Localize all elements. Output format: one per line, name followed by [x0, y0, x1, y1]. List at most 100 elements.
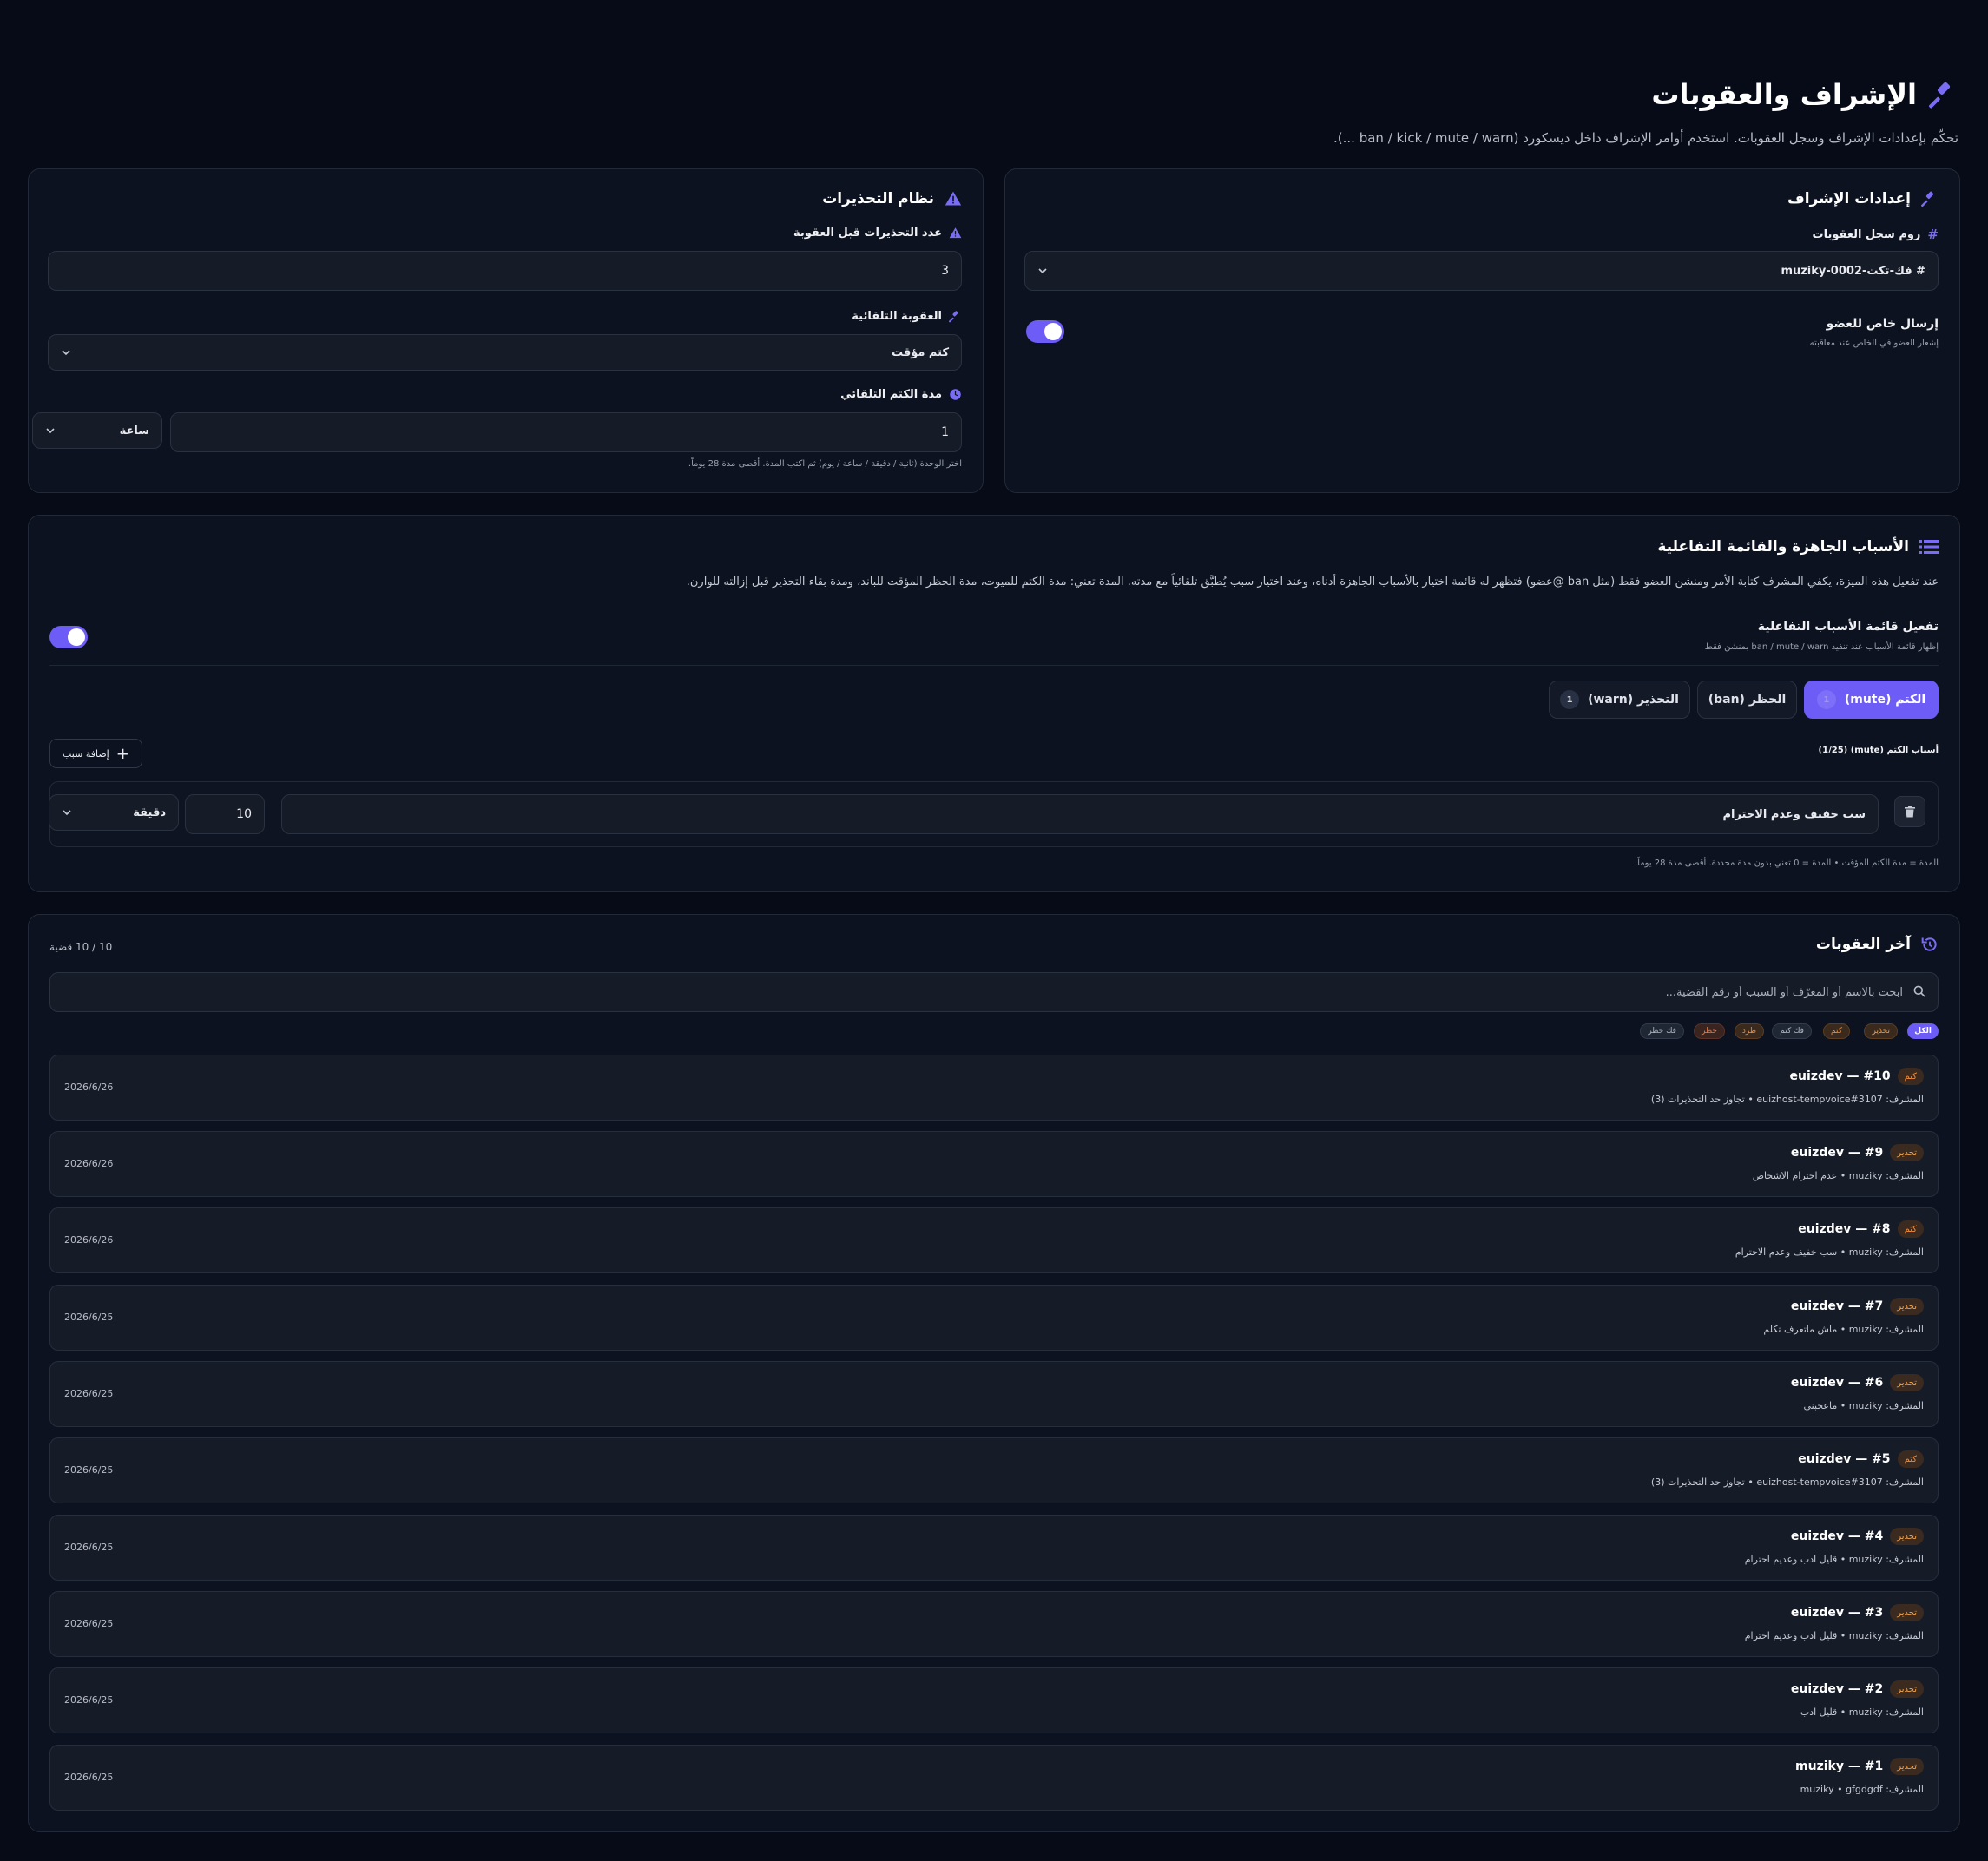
case-row[interactable]: تحذير euizdev — #3 المشرف: muziky • قليل ا… — [49, 1591, 1939, 1657]
case-count: 10 / 10 قضية — [49, 941, 113, 953]
search-icon — [1913, 985, 1925, 997]
case-row[interactable]: تحذير euizdev — #4 المشرف: muziky • قليل ا… — [49, 1515, 1939, 1581]
case-id: muziky — #1 — [1795, 1759, 1884, 1773]
case-date: 2026/6/25 — [64, 1542, 114, 1553]
warnings-title: نظام التحذيرات — [822, 190, 962, 207]
case-meta: المشرف: muziky • ماش ماتعرف تكلم — [1763, 1324, 1924, 1335]
reasons-description: عند تفعيل هذه الميزة، يكفي المشرف كتابة … — [686, 575, 1939, 589]
case-meta: المشرف: muziky • قليل ادب وعديم احترام — [1744, 1554, 1924, 1565]
reasons-card: الأسباب الجاهزة والقائمة التفاعلية عند ت… — [28, 515, 1960, 892]
case-date: 2026/6/25 — [64, 1464, 114, 1476]
warning-icon — [949, 227, 962, 240]
case-type-badge: تحذير — [1890, 1374, 1924, 1391]
tab-mute[interactable]: الكتم (mute) 1 — [1804, 681, 1939, 719]
chevron-down-icon — [45, 425, 56, 436]
reason-duration-input[interactable]: 10 — [185, 794, 265, 834]
tab-ban[interactable]: الحظر (ban) — [1697, 681, 1797, 719]
chevron-down-icon — [61, 347, 71, 358]
filter-all[interactable]: الكل — [1907, 1023, 1939, 1039]
case-title-row: تحذير muziky — #1 — [1795, 1758, 1924, 1775]
case-title-row: تحذير euizdev — #6 — [1791, 1374, 1924, 1391]
case-row[interactable]: تحذير muziky — #1 المشرف: muziky • gfgdgdf… — [49, 1745, 1939, 1811]
search-input[interactable] — [63, 973, 1903, 1011]
case-meta: المشرف: muziky • gfgdgdf — [1800, 1784, 1924, 1795]
plus-icon: + — [115, 744, 129, 763]
auto-mute-hint: اختر الوحدة (ثانية / دقيقة / ساعة / يوم)… — [688, 459, 962, 469]
warning-count-input[interactable]: 3 — [48, 251, 962, 291]
case-title-row: كتم euizdev — #8 — [1798, 1220, 1924, 1238]
tab-warn[interactable]: التحذير (warn) 1 — [1549, 681, 1690, 719]
case-date: 2026/6/26 — [64, 1158, 114, 1169]
case-date: 2026/6/26 — [64, 1082, 114, 1093]
case-meta: المشرف: muziky • سب خفيف وعدم الاحترام — [1735, 1246, 1924, 1258]
reason-unit-select[interactable]: دقيقة — [49, 794, 179, 831]
chevron-down-icon — [1037, 266, 1048, 276]
case-row[interactable]: تحذير euizdev — #7 المشرف: muziky • ماش ما… — [49, 1285, 1939, 1351]
case-meta: المشرف: muziky • قليل ادب — [1800, 1706, 1924, 1718]
case-search[interactable] — [49, 972, 1939, 1012]
auto-mute-unit-select[interactable]: ساعة — [32, 412, 162, 449]
add-reason-button[interactable]: + إضافة سبب — [49, 739, 142, 768]
log-channel-select[interactable]: # فك-تكت-muziky-0002 — [1024, 251, 1939, 291]
case-date: 2026/6/26 — [64, 1234, 114, 1246]
trash-icon — [1904, 806, 1916, 818]
case-id: euizdev — #9 — [1790, 1146, 1884, 1160]
case-type-badge: كتم — [1897, 1068, 1924, 1085]
auto-punish-select[interactable]: كتم مؤقت — [48, 334, 962, 371]
case-title-row: تحذير euizdev — #4 — [1791, 1528, 1924, 1545]
case-id: euizdev — #10 — [1789, 1069, 1891, 1083]
recent-title: آخر العقوبات — [1816, 936, 1939, 953]
case-row[interactable]: كتم euizdev — #10 المشرف: euizhost-tempvoi… — [49, 1055, 1939, 1121]
reasons-toggle-title: تفعيل قائمة الأسباب التفاعلية — [1757, 620, 1939, 634]
case-title-row: كتم euizdev — #10 — [1790, 1068, 1924, 1085]
log-channel-value: # فك-تكت-muziky-0002 — [1781, 264, 1925, 278]
reasons-list-label: أسباب الكتم (mute) (1/25) — [1818, 746, 1939, 755]
case-meta: المشرف: muziky • ماعجبني — [1803, 1400, 1924, 1411]
case-row[interactable]: تحذير euizdev — #2 المشرف: muziky • قليل ا… — [49, 1667, 1939, 1733]
case-date: 2026/6/25 — [64, 1618, 114, 1629]
list-icon — [1919, 539, 1939, 555]
reasons-toggle[interactable] — [49, 626, 88, 648]
case-row[interactable]: تحذير euizdev — #6 المشرف: muziky • ماعجبن… — [49, 1361, 1939, 1427]
case-title-row: تحذير euizdev — #7 — [1791, 1298, 1924, 1315]
case-id: euizdev — #2 — [1790, 1682, 1884, 1696]
warning-count-label: عدد التحذيرات قبل العقوبة — [793, 227, 962, 240]
case-id: euizdev — #4 — [1790, 1529, 1884, 1543]
case-date: 2026/6/25 — [64, 1312, 114, 1323]
case-id: euizdev — #6 — [1790, 1376, 1884, 1390]
moderation-settings-card: إعدادات الإشراف # روم سجل العقوبات # فك-… — [1004, 168, 1960, 493]
log-channel-label: # روم سجل العقوبات — [1812, 227, 1939, 242]
case-type-badge: تحذير — [1890, 1144, 1924, 1161]
filter-ban[interactable]: حظر — [1694, 1023, 1725, 1039]
reasons-toggle-desc: إظهار قائمة الأسباب عند تنفيذ ban / mute… — [1704, 642, 1939, 652]
dm-desc: إشعار العضو في الخاص عند معاقبته — [1809, 339, 1939, 348]
case-id: euizdev — #7 — [1790, 1299, 1884, 1313]
filter-unmute[interactable]: فك كتم — [1772, 1023, 1812, 1039]
tab-warn-count: 1 — [1560, 690, 1580, 709]
gavel-icon — [1921, 190, 1939, 207]
case-type-badge: تحذير — [1890, 1528, 1924, 1545]
filter-kick[interactable]: طرد — [1734, 1023, 1764, 1039]
filter-mute[interactable]: كتم — [1823, 1023, 1850, 1039]
case-type-badge: تحذير — [1890, 1298, 1924, 1315]
reason-text-input[interactable]: سب خفيف وعدم الاحترام — [281, 794, 1879, 834]
filter-unban[interactable]: فك حظر — [1640, 1023, 1684, 1039]
case-meta: المشرف: muziky • قليل ادب وعديم احترام — [1744, 1630, 1924, 1641]
case-type-badge: كتم — [1897, 1220, 1924, 1238]
case-meta: المشرف: euizhost-tempvoice#3107 • تجاوز … — [1650, 1094, 1924, 1105]
warnings-card: نظام التحذيرات عدد التحذيرات قبل العقوبة… — [28, 168, 984, 493]
case-title-row: تحذير euizdev — #3 — [1791, 1604, 1924, 1621]
delete-reason-button[interactable] — [1894, 796, 1925, 827]
page-subtitle: تحكّم بإعدادات الإشراف وسجل العقوبات. اس… — [1333, 130, 1958, 146]
auto-mute-input[interactable]: 1 — [170, 412, 962, 452]
case-title-row: كتم euizdev — #5 — [1798, 1450, 1924, 1468]
hash-icon: # — [1927, 227, 1939, 242]
dm-toggle[interactable] — [1026, 320, 1064, 343]
page-header: الإشراف والعقوبات — [1651, 78, 1958, 111]
case-row[interactable]: تحذير euizdev — #9 المشرف: muziky • عدم اح… — [49, 1131, 1939, 1197]
case-row[interactable]: كتم euizdev — #5 المشرف: euizhost-tempvoic… — [49, 1437, 1939, 1503]
filter-warn[interactable]: تحذير — [1864, 1023, 1898, 1039]
history-icon — [1921, 936, 1939, 953]
case-row[interactable]: كتم euizdev — #8 المشرف: muziky • سب خفيف … — [49, 1207, 1939, 1273]
reason-row: سب خفيف وعدم الاحترام 10 دقيقة — [49, 781, 1939, 847]
